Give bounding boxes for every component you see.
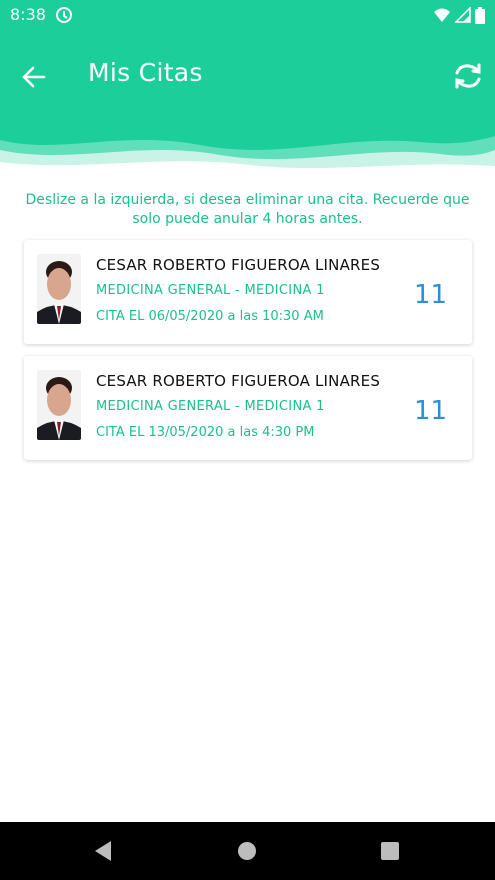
battery-icon <box>475 6 485 24</box>
arrow-left-icon <box>22 66 46 88</box>
specialty-text: MEDICINA GENERAL - MEDICINA 1 <box>96 283 325 298</box>
doctor-avatar <box>37 254 81 324</box>
wifi-icon <box>434 8 450 22</box>
specialty-text: MEDICINA GENERAL - MEDICINA 1 <box>96 399 325 414</box>
appointment-number: 11 <box>414 396 448 426</box>
nav-recents-button[interactable] <box>381 842 399 860</box>
system-navigation-bar <box>0 822 495 880</box>
doctor-name: CESAR ROBERTO FIGUEROA LINARES <box>96 372 381 390</box>
back-button[interactable] <box>18 62 52 92</box>
appointment-datetime: CITA EL 06/05/2020 a las 10:30 AM <box>96 309 324 324</box>
status-icons <box>433 6 485 24</box>
at-sign-icon <box>56 7 72 23</box>
refresh-icon <box>455 63 481 89</box>
nav-home-button[interactable] <box>238 842 256 860</box>
refresh-button[interactable] <box>452 60 484 92</box>
appointment-number: 11 <box>414 280 448 310</box>
header-wave-decoration <box>0 136 495 180</box>
nav-back-button[interactable] <box>93 840 113 862</box>
appointment-datetime: CITA EL 13/05/2020 a las 4:30 PM <box>96 425 315 440</box>
appointment-card[interactable]: CESAR ROBERTO FIGUEROA LINARES MEDICINA … <box>24 356 472 460</box>
status-bar: 8:38 <box>0 0 495 30</box>
page-title: Mis Citas <box>88 58 203 87</box>
appointment-card[interactable]: CESAR ROBERTO FIGUEROA LINARES MEDICINA … <box>24 240 472 344</box>
doctor-avatar <box>37 370 81 440</box>
signal-icon <box>455 7 471 23</box>
instructions-text: Deslize a la izquierda, si desea elimina… <box>25 192 470 227</box>
status-time: 8:38 <box>10 5 46 24</box>
doctor-name: CESAR ROBERTO FIGUEROA LINARES <box>96 256 381 274</box>
